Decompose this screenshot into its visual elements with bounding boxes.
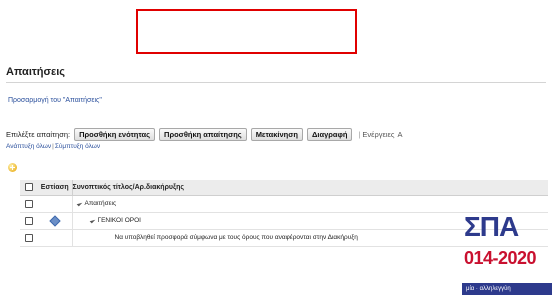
collapse-toggle-icon[interactable] [76,200,82,207]
highlight-box [136,9,357,54]
row-focus-cell [38,212,73,230]
collapse-all-link[interactable]: Σύμπτυξη όλων [55,143,100,150]
row-checkbox[interactable] [25,199,33,208]
row-checkbox[interactable] [25,233,33,242]
table-header-row: Εστίαση Συνοπτικός τίτλος/Αρ.διακήρυξης [20,180,548,196]
row-focus-cell [38,195,73,213]
add-icon[interactable] [8,163,17,172]
delete-button[interactable]: Διαγραφή [306,127,353,141]
tree-controls-separator: | [52,143,54,150]
row-focus-cell [38,229,73,247]
add-section-button[interactable]: Προσθήκη ενότητας [74,127,156,141]
row-title: Απαιτήσεις [84,200,117,207]
actions-dropdown-truncated[interactable]: Α [397,130,402,139]
row-title-cell: Απαιτήσεις [72,195,548,213]
toolbar: Επιλέξτε απαίτηση: Προσθήκη ενότητας Προ… [6,127,403,141]
move-button[interactable]: Μετακίνηση [250,127,303,141]
select-all-checkbox[interactable] [25,183,33,192]
actions-menu[interactable]: Ενέργειες [362,130,394,139]
toolbar-separator: | [358,129,361,139]
row-title: Να υποβληθεί προσφορά σύμφωνα με τους όρ… [114,234,358,241]
focus-icon[interactable] [50,216,59,225]
row-checkbox[interactable] [25,216,33,225]
row-select-cell [20,212,38,230]
espa-logo-years: 014-2020 [464,248,537,268]
espa-logo-tagline: μία · αλληλεγγύη [462,283,552,295]
title-column-header[interactable]: Συνοπτικός τίτλος/Αρ.διακήρυξης [72,180,548,196]
row-select-cell [20,229,38,247]
add-requirement-button[interactable]: Προσθήκη απαίτησης [159,127,247,141]
expand-all-link[interactable]: Ανάπτυξη όλων [6,143,51,150]
customize-link[interactable]: Προσαρμογή του "Απαιτήσεις" [8,97,102,104]
row-title: ΓΕΝΙΚΟΙ ΟΡΟΙ [97,217,141,224]
select-all-cell [20,180,38,196]
select-requirement-label: Επιλέξτε απαίτηση: [6,129,71,139]
tree-controls: Ανάπτυξη όλων|Σύμπτυξη όλων [6,143,100,150]
collapse-toggle-icon[interactable] [89,217,95,224]
espa-logo: ΣΠΑ 014-2020 μία · αλληλεγγύη [462,211,552,297]
focus-column-header[interactable]: Εστίαση [38,180,73,196]
title-divider [6,82,546,83]
espa-logo-mark: ΣΠΑ [464,211,519,242]
row-select-cell [20,195,38,213]
page-title: Απαιτήσεις [6,66,66,78]
table-row: Απαιτήσεις [20,195,548,213]
